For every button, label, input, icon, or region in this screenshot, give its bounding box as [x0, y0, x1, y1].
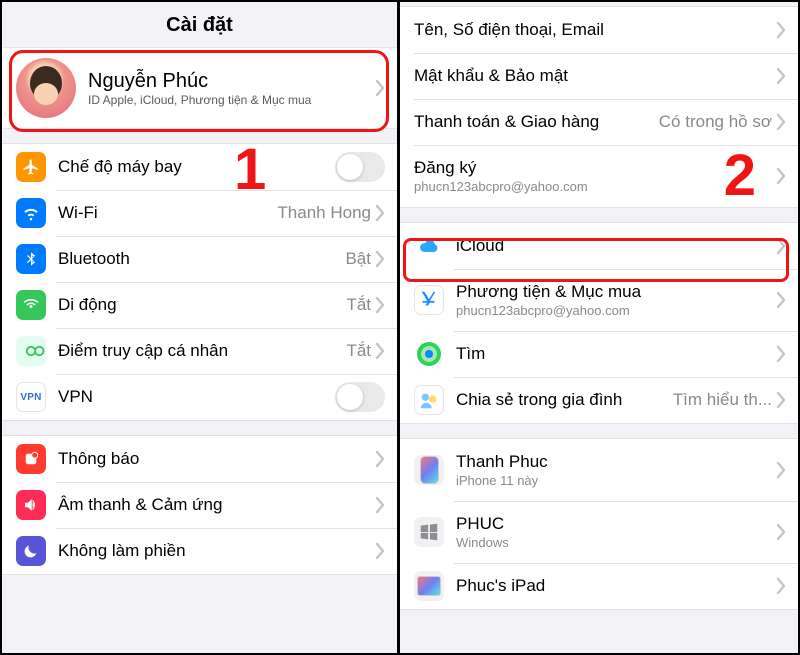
row-detail: Tắt — [346, 341, 371, 361]
device-row[interactable]: PHUC Windows — [400, 501, 798, 563]
row-label: Tên, Số điện thoại, Email — [414, 20, 776, 40]
chevron-right-icon — [375, 543, 385, 559]
chevron-right-icon — [776, 68, 786, 84]
row-detail: Bật — [345, 249, 371, 269]
chevron-right-icon — [776, 114, 786, 130]
chevron-right-icon — [776, 524, 786, 540]
row-sub: iPhone 11 này — [456, 473, 776, 488]
device-row[interactable]: Thanh Phuc iPhone 11 này — [400, 439, 798, 501]
row-label: Điểm truy cập cá nhân — [58, 341, 346, 361]
hotspot-icon — [16, 336, 46, 366]
airplane-toggle[interactable] — [335, 152, 385, 182]
moon-icon — [16, 536, 46, 566]
wifi-row[interactable]: Wi-Fi Thanh Hong — [2, 190, 397, 236]
row-label: Di động — [58, 295, 346, 315]
airplane-mode-row[interactable]: Chế độ máy bay — [2, 144, 397, 190]
find-my-row[interactable]: Tìm — [400, 331, 798, 377]
cellular-row[interactable]: Di động Tắt — [2, 282, 397, 328]
payment-shipping-row[interactable]: Thanh toán & Giao hàng Có trong hồ sơ — [400, 99, 798, 145]
chevron-right-icon — [375, 80, 385, 96]
avatar — [16, 58, 76, 118]
row-sub: phucn123abcpro@yahoo.com — [456, 303, 776, 318]
sounds-row[interactable]: Âm thanh & Cảm ứng — [2, 482, 397, 528]
row-detail: Có trong hồ sơ — [659, 112, 772, 132]
row-label: Chia sẻ trong gia đình — [456, 390, 673, 410]
row-detail: Tắt — [346, 295, 371, 315]
family-sharing-row[interactable]: Chia sẻ trong gia đình Tìm hiểu th... — [400, 377, 798, 423]
profile-sub: ID Apple, iCloud, Phương tiện & Mục mua — [88, 93, 375, 107]
icloud-row[interactable]: iCloud — [400, 223, 798, 269]
page-title: Cài đặt — [2, 2, 397, 47]
row-label: Chế độ máy bay — [58, 157, 335, 177]
row-label: Thông báo — [58, 449, 375, 469]
chevron-right-icon — [776, 392, 786, 408]
appstore-icon — [414, 285, 444, 315]
row-label: Phương tiện & Mục mua — [456, 282, 776, 302]
vpn-icon: VPN — [16, 382, 46, 412]
airplane-icon — [16, 152, 46, 182]
chevron-right-icon — [375, 251, 385, 267]
row-sub: phucn123abcpro@yahoo.com — [414, 179, 776, 194]
step-2-label: 2 — [724, 142, 756, 209]
bluetooth-row[interactable]: Bluetooth Bật — [2, 236, 397, 282]
row-detail: Thanh Hong — [277, 203, 371, 223]
vpn-toggle[interactable] — [335, 382, 385, 412]
hotspot-row[interactable]: Điểm truy cập cá nhân Tắt — [2, 328, 397, 374]
row-label: Đăng ký — [414, 158, 776, 178]
ipad-icon — [414, 571, 444, 601]
family-icon — [414, 385, 444, 415]
row-label: Phuc's iPad — [456, 576, 776, 596]
row-label: Bluetooth — [58, 249, 345, 269]
vpn-row[interactable]: VPN VPN — [2, 374, 397, 420]
cellular-icon — [16, 290, 46, 320]
chevron-right-icon — [776, 168, 786, 184]
row-label: Không làm phiền — [58, 541, 375, 561]
row-label: VPN — [58, 387, 335, 407]
row-label: Wi-Fi — [58, 203, 277, 223]
chevron-right-icon — [776, 578, 786, 594]
row-label: Thanh toán & Giao hàng — [414, 112, 659, 132]
sound-icon — [16, 490, 46, 520]
dnd-row[interactable]: Không làm phiền — [2, 528, 397, 574]
name-phone-email-row[interactable]: Tên, Số điện thoại, Email — [400, 7, 798, 53]
profile-name: Nguyễn Phúc — [88, 70, 375, 93]
chevron-right-icon — [375, 205, 385, 221]
step-1-label: 1 — [234, 136, 266, 203]
row-label: Tìm — [456, 344, 776, 364]
notification-icon — [16, 444, 46, 474]
row-sub: Windows — [456, 535, 776, 550]
notifications-row[interactable]: Thông báo — [2, 436, 397, 482]
chevron-right-icon — [776, 346, 786, 362]
profile-row[interactable]: Nguyễn Phúc ID Apple, iCloud, Phương tiệ… — [2, 47, 397, 129]
row-label: iCloud — [456, 236, 776, 256]
profile-text: Nguyễn Phúc ID Apple, iCloud, Phương tiệ… — [88, 70, 375, 107]
chevron-right-icon — [375, 497, 385, 513]
chevron-right-icon — [776, 238, 786, 254]
chevron-right-icon — [776, 292, 786, 308]
row-label: Thanh Phuc — [456, 452, 776, 472]
device-row[interactable]: Phuc's iPad — [400, 563, 798, 609]
bluetooth-icon — [16, 244, 46, 274]
chevron-right-icon — [375, 451, 385, 467]
find-my-icon — [414, 339, 444, 369]
windows-icon — [414, 517, 444, 547]
row-label: Mật khẩu & Bảo mật — [414, 66, 776, 86]
icloud-icon — [414, 231, 444, 261]
row-label: Âm thanh & Cảm ứng — [58, 495, 375, 515]
wifi-icon — [16, 198, 46, 228]
chevron-right-icon — [776, 462, 786, 478]
chevron-right-icon — [375, 297, 385, 313]
row-detail: Tìm hiểu th... — [673, 390, 772, 410]
password-security-row[interactable]: Mật khẩu & Bảo mật — [400, 53, 798, 99]
media-purchases-row[interactable]: Phương tiện & Mục mua phucn123abcpro@yah… — [400, 269, 798, 331]
chevron-right-icon — [776, 22, 786, 38]
row-label: PHUC — [456, 514, 776, 534]
iphone-icon — [414, 455, 444, 485]
chevron-right-icon — [375, 343, 385, 359]
